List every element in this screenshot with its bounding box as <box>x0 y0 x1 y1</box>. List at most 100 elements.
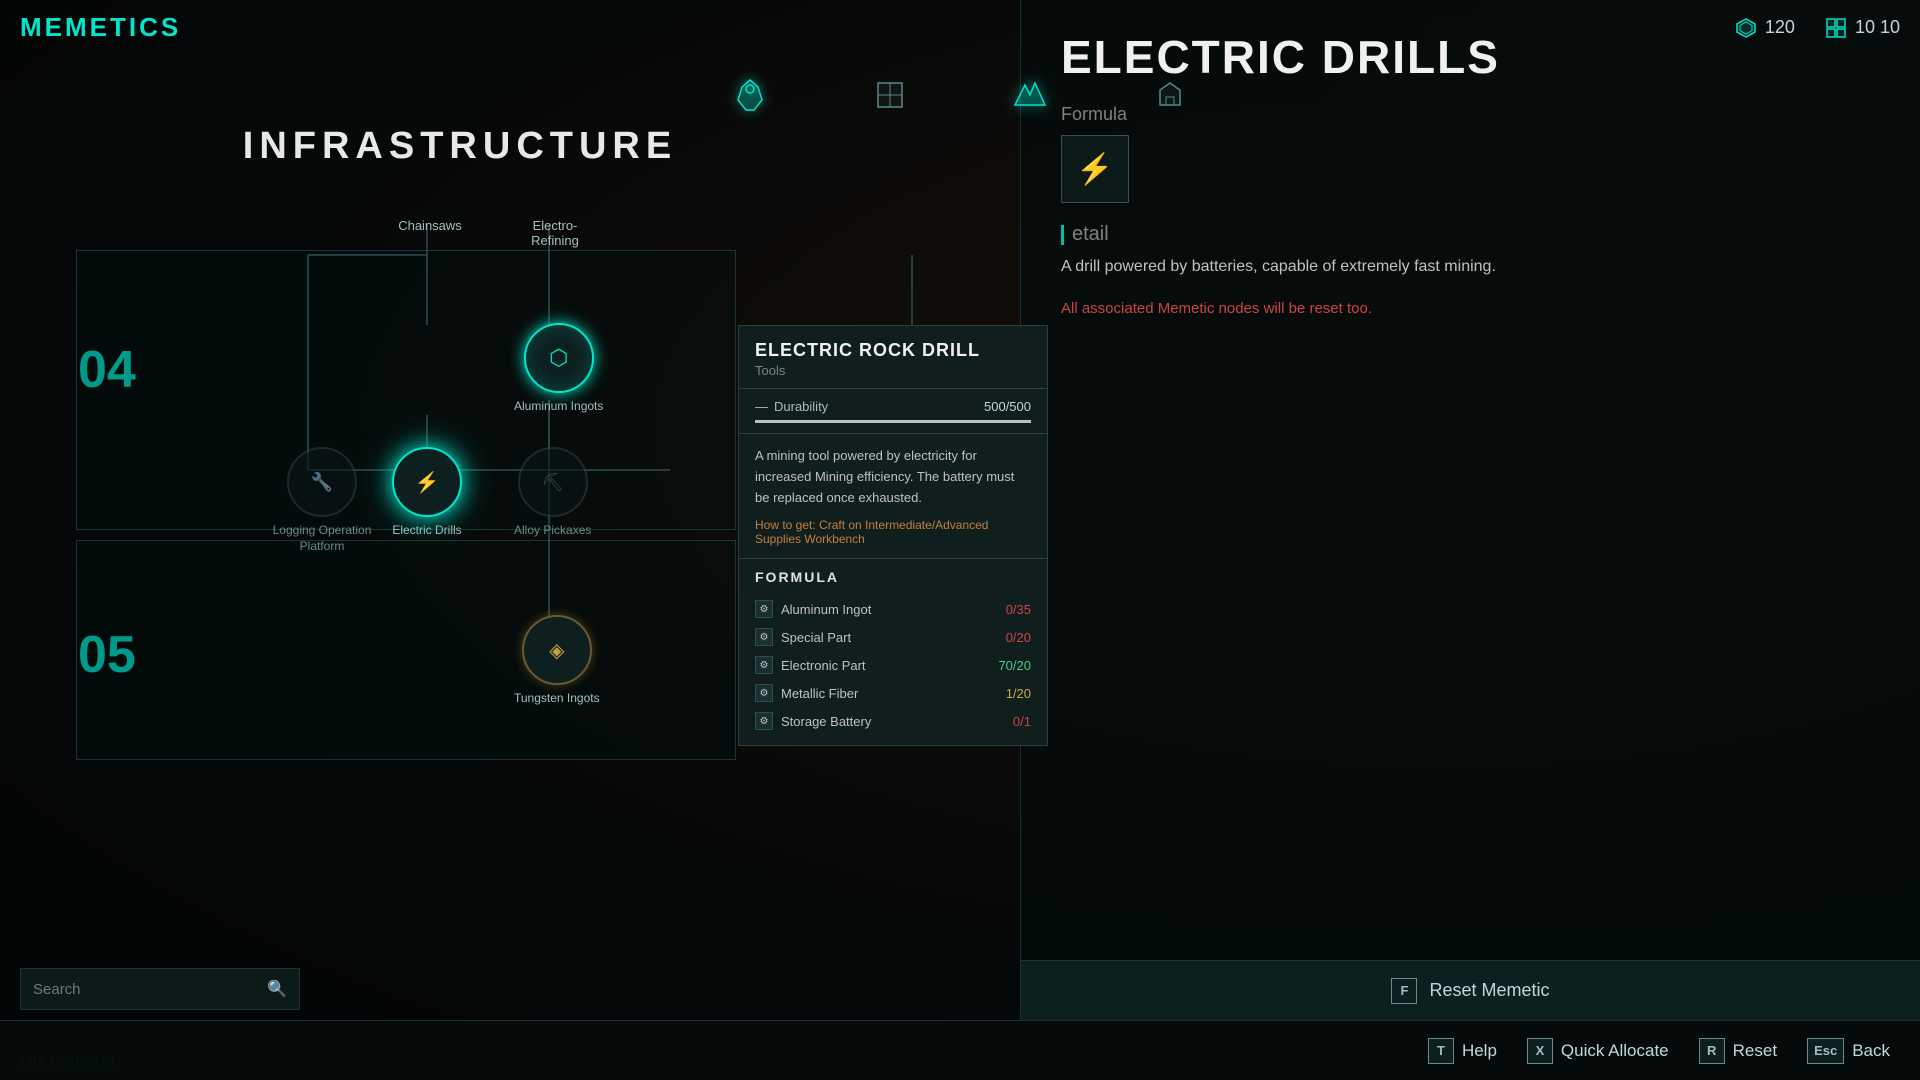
formula-count-0: 0/35 <box>1006 602 1031 617</box>
category-icon-2[interactable] <box>865 70 915 120</box>
node-alloy-pickaxes[interactable]: ⛏ Alloy Pickaxes <box>514 447 591 539</box>
tooltip-title: ELECTRIC ROCK DRILL <box>755 340 1031 361</box>
drills-label: Electric Drills <box>392 523 461 539</box>
resource2-value: 10 10 <box>1855 17 1900 38</box>
tooltip-header: ELECTRIC ROCK DRILL Tools <box>739 326 1047 389</box>
tooltip-body: A mining tool powered by electricity for… <box>739 434 1047 559</box>
node-aluminum-ingots[interactable]: ⬡ Aluminum Ingots <box>514 323 603 415</box>
formula-item-icon-2: ⚙ <box>755 656 773 674</box>
section-box-05 <box>76 540 736 760</box>
bottom-action-reset[interactable]: R Reset <box>1699 1038 1777 1064</box>
formula-count-1: 0/20 <box>1006 630 1031 645</box>
stat-resource1: 120 <box>1735 17 1795 39</box>
bottom-action-back[interactable]: Esc Back <box>1807 1038 1890 1064</box>
formula-count-4: 0/1 <box>1013 714 1031 729</box>
pickaxes-label: Alloy Pickaxes <box>514 523 591 539</box>
tooltip-durability-section: — Durability 500/500 <box>739 389 1047 434</box>
tungsten-icon: ◈ <box>549 638 564 663</box>
search-icon: 🔍 <box>267 979 287 999</box>
formula-item-name-1: ⚙ Special Part <box>755 628 851 646</box>
tooltip-formula-section: FORMULA ⚙ Aluminum Ingot 0/35 ⚙ Special … <box>739 559 1047 745</box>
aluminum-label: Aluminum Ingots <box>514 399 603 415</box>
node-circle-pickaxes: ⛏ <box>518 447 588 517</box>
section-title: INFRASTRUCTURE <box>0 125 920 168</box>
reset-memetic-label: Reset Memetic <box>1429 980 1549 1001</box>
node-tungsten[interactable]: ◈ Tungsten Ingots <box>514 615 600 707</box>
bottom-action-quick-allocate[interactable]: X Quick Allocate <box>1527 1038 1669 1064</box>
tooltip-popup: ELECTRIC ROCK DRILL Tools — Durability 5… <box>738 325 1048 746</box>
tooltip-subtitle: Tools <box>755 363 1031 378</box>
node-circle-drills: ⚡ <box>392 447 462 517</box>
stat-resource2: 10 10 <box>1825 17 1900 39</box>
aluminum-icon: ⬡ <box>549 345 568 371</box>
tooltip-description: A mining tool powered by electricity for… <box>755 446 1031 508</box>
help-key: T <box>1428 1038 1454 1064</box>
node-logging[interactable]: 🔧 Logging Operation Platform <box>272 447 372 554</box>
top-bar: MEMETICS 120 10 10 <box>0 0 1920 55</box>
quick-allocate-label: Quick Allocate <box>1561 1041 1669 1061</box>
formula-item-icon-0: ⚙ <box>755 600 773 618</box>
formula-item-name-4: ⚙ Storage Battery <box>755 712 871 730</box>
durability-value: 500/500 <box>984 399 1031 414</box>
bottom-bar: T Help X Quick Allocate R Reset Esc Back <box>0 1020 1920 1080</box>
resource2-icon <box>1825 17 1847 39</box>
durability-label: — Durability <box>755 399 828 414</box>
tooltip-how-to-get: How to get: Craft on Intermediate/Advanc… <box>755 518 1031 546</box>
pickaxes-icon: ⛏ <box>541 472 564 493</box>
node-circle-tungsten: ◈ <box>522 615 592 685</box>
formula-count-2: 70/20 <box>998 658 1031 673</box>
reset-key: R <box>1699 1038 1725 1064</box>
resource1-value: 120 <box>1765 17 1795 38</box>
bottom-action-help[interactable]: T Help <box>1428 1038 1497 1064</box>
tungsten-label: Tungsten Ingots <box>514 691 600 707</box>
category-icon-1[interactable] <box>725 70 775 120</box>
formula-icon: ⚡ <box>1076 152 1113 187</box>
row-label-04: 04 <box>78 340 136 400</box>
category-icon-3[interactable] <box>1005 70 1055 120</box>
help-label: Help <box>1462 1041 1497 1061</box>
formula-row-4: ⚙ Storage Battery 0/1 <box>755 707 1031 735</box>
search-bar: 🔍 <box>20 968 300 1010</box>
formula-row-3: ⚙ Metallic Fiber 1/20 <box>755 679 1031 707</box>
reset-memetic-button[interactable]: F Reset Memetic <box>1021 960 1920 1020</box>
resource1-icon <box>1735 17 1757 39</box>
right-panel: ELECTRIC DRILLS Formula ⚡ etail A drill … <box>1020 0 1920 1020</box>
formula-item-name-2: ⚙ Electronic Part <box>755 656 866 674</box>
durability-row: — Durability 500/500 <box>755 399 1031 414</box>
formula-item-icon-3: ⚙ <box>755 684 773 702</box>
search-input[interactable] <box>33 981 257 998</box>
formula-icon-box: ⚡ <box>1061 135 1129 203</box>
formula-item-name-3: ⚙ Metallic Fiber <box>755 684 858 702</box>
durability-fill <box>755 420 1031 423</box>
reset-label: Reset <box>1733 1041 1777 1061</box>
drills-icon: ⚡ <box>415 470 440 495</box>
node-circle-logging: 🔧 <box>287 447 357 517</box>
formula-section-title: FORMULA <box>755 569 1031 585</box>
stats-area: 120 10 10 <box>1735 17 1900 39</box>
back-key: Esc <box>1807 1038 1844 1064</box>
detail-desc: A drill powered by batteries, capable of… <box>1061 254 1541 280</box>
formula-row-0: ⚙ Aluminum Ingot 0/35 <box>755 595 1031 623</box>
formula-item-icon-1: ⚙ <box>755 628 773 646</box>
detail-label: etail <box>1061 223 1880 246</box>
row-label-05: 05 <box>78 625 136 685</box>
formula-row-2: ⚙ Electronic Part 70/20 <box>755 651 1031 679</box>
category-row <box>0 55 1920 135</box>
formula-item-name-0: ⚙ Aluminum Ingot <box>755 600 871 618</box>
node-electric-drills[interactable]: ⚡ Electric Drills <box>392 447 462 539</box>
electro-refining-label: Electro-Refining <box>510 218 600 248</box>
reset-key-badge: F <box>1391 978 1417 1004</box>
reset-warning: All associated Memetic nodes will be res… <box>1061 300 1880 317</box>
formula-row-1: ⚙ Special Part 0/20 <box>755 623 1031 651</box>
back-label: Back <box>1852 1041 1890 1061</box>
quick-allocate-key: X <box>1527 1038 1553 1064</box>
node-circle-aluminum: ⬡ <box>524 323 594 393</box>
formula-count-3: 1/20 <box>1006 686 1031 701</box>
game-title: MEMETICS <box>20 12 181 43</box>
formula-item-icon-4: ⚙ <box>755 712 773 730</box>
category-icon-4[interactable] <box>1145 70 1195 120</box>
logging-icon: 🔧 <box>311 472 333 493</box>
durability-bar <box>755 420 1031 423</box>
chainsaws-label: Chainsaws <box>395 218 465 233</box>
logging-label: Logging Operation Platform <box>272 523 372 554</box>
